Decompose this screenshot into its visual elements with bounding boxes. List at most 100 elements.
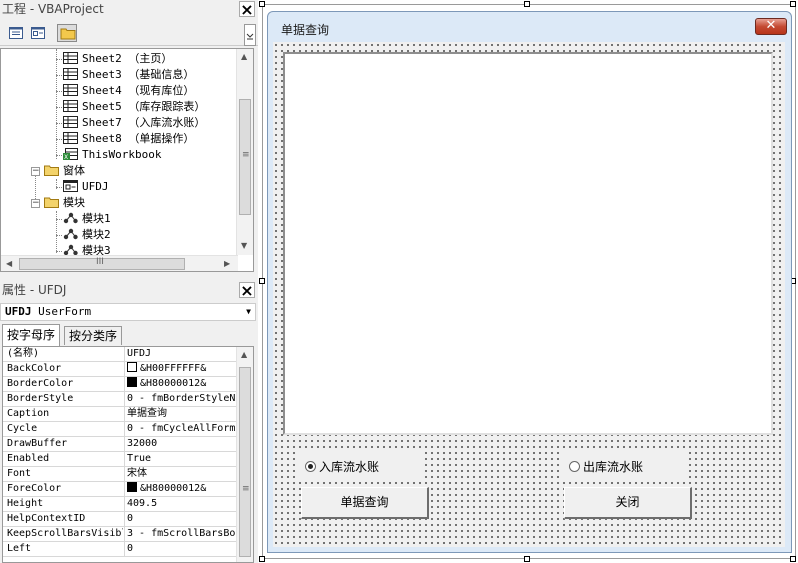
properties-panel-title: 属性 - UFDJ × <box>0 281 258 299</box>
tree-vertical-scrollbar[interactable]: ▲ ≡ ▼ <box>236 49 253 255</box>
radio-outbound-container[interactable]: 出库流水账 <box>561 448 689 480</box>
property-row[interactable]: BackColor &H00FFFFFF& <box>3 362 237 377</box>
property-row[interactable]: ForeColor &H80000012& <box>3 482 237 497</box>
userform-title: 单据查询 <box>281 23 330 37</box>
scroll-thumb[interactable]: ≡ <box>239 367 251 557</box>
property-row[interactable]: BorderStyle0 - fmBorderStyleNone <box>3 392 237 407</box>
tree-guide <box>56 49 57 159</box>
color-swatch <box>127 377 137 387</box>
property-row[interactable]: HelpContextID 0 <box>3 512 237 527</box>
scroll-up-icon[interactable]: ▲ <box>241 350 247 359</box>
tree-item-modules-folder[interactable]: 模块 <box>44 195 85 211</box>
tab-categorized[interactable]: 按分类序 <box>64 326 123 345</box>
collapse-icon[interactable]: − <box>31 199 40 208</box>
close-icon[interactable]: × <box>239 282 255 299</box>
color-swatch <box>127 362 137 372</box>
tree-guide <box>56 219 62 220</box>
object-selector[interactable]: UFDJ UserForm ▼ <box>0 303 256 321</box>
scroll-up-icon[interactable]: ▲ <box>241 52 247 61</box>
sheet-icon <box>63 132 78 144</box>
property-row[interactable]: KeepScrollBarsVisible 3 - fmScrollBarsBot… <box>3 527 237 542</box>
folder-icon <box>44 165 59 176</box>
query-button[interactable]: 单据查询 <box>301 487 429 519</box>
scroll-right-icon[interactable]: ▶ <box>224 259 230 268</box>
userform-client-area[interactable]: 入库流水账 出库流水账 单据查询 关闭 <box>273 42 785 547</box>
close-icon[interactable]: ✕ <box>755 18 787 35</box>
tree-item-sheet8[interactable]: Sheet8 （单据操作） <box>63 131 194 147</box>
view-object-icon <box>31 27 45 39</box>
property-row[interactable]: (名称) UFDJ <box>3 347 237 362</box>
resize-handle[interactable] <box>524 556 530 562</box>
module-icon <box>63 212 78 224</box>
tree-item-module2[interactable]: 模块2 <box>63 227 111 243</box>
chevron-down-icon: ▼ <box>246 307 251 316</box>
property-row[interactable]: Caption 单据查询 <box>3 407 237 422</box>
radio-inbound-container[interactable]: 入库流水账 <box>297 448 425 480</box>
tree-guide <box>56 75 62 76</box>
sheet-icon <box>63 52 78 64</box>
tree-horizontal-scrollbar[interactable]: ◀ III ▶ <box>1 255 238 271</box>
folder-icon <box>44 197 59 208</box>
sheet-icon <box>63 116 78 128</box>
radio-outbound-ledger[interactable]: 出库流水账 <box>569 458 643 475</box>
toggle-folders-button[interactable] <box>57 24 77 42</box>
tree-guide <box>56 251 62 252</box>
folder-icon <box>60 28 76 40</box>
resize-handle[interactable] <box>790 1 796 7</box>
property-row[interactable]: Left 0 <box>3 542 237 557</box>
tree-guide <box>56 187 62 188</box>
property-row[interactable]: DrawBuffer 32000 <box>3 437 237 452</box>
property-grid: (名称) UFDJ BackColor &H00FFFFFF& BorderColo… <box>2 346 254 563</box>
view-object-button[interactable] <box>28 24 48 42</box>
property-row[interactable]: Cycle 0 - fmCycleAllForms <box>3 422 237 437</box>
resize-handle[interactable] <box>790 556 796 562</box>
close-button[interactable]: 关闭 <box>564 487 692 519</box>
property-row[interactable]: Enabled True <box>3 452 237 467</box>
workbook-icon: X <box>63 148 78 160</box>
resize-handle[interactable] <box>259 1 265 7</box>
resize-handle[interactable] <box>259 278 265 284</box>
tree-guide <box>56 235 62 236</box>
tree-item-sheet5[interactable]: Sheet5 （库存跟踪表） <box>63 99 205 115</box>
tree-guide <box>56 59 62 60</box>
project-toolbar <box>0 20 258 46</box>
tree-item-sheet2[interactable]: Sheet2 （主页） <box>63 51 172 67</box>
tree-item-sheet3[interactable]: Sheet3 （基础信息） <box>63 67 194 83</box>
property-row[interactable]: BorderColor &H80000012& <box>3 377 237 392</box>
sheet-icon <box>63 68 78 80</box>
sheet-icon <box>63 84 78 96</box>
tree-item-sheet7[interactable]: Sheet7 （入库流水账） <box>63 115 205 131</box>
close-icon[interactable]: × <box>239 1 255 18</box>
tab-alphabetic[interactable]: 按字母序 <box>2 324 61 346</box>
results-listbox[interactable] <box>283 52 773 435</box>
tree-item-sheet4[interactable]: Sheet4 （现有库位） <box>63 83 194 99</box>
tree-guide <box>56 107 62 108</box>
tree-guide <box>56 155 62 156</box>
tree-guide <box>56 139 62 140</box>
project-panel-title: 工程 - VBAProject × <box>0 0 258 18</box>
scroll-left-icon[interactable]: ◀ <box>6 259 12 268</box>
resize-handle[interactable] <box>259 556 265 562</box>
chevron-down-icon <box>246 33 254 40</box>
tree-item-module1[interactable]: 模块1 <box>63 211 111 227</box>
scroll-thumb[interactable]: III <box>19 257 185 270</box>
scroll-down-icon[interactable]: ▼ <box>241 241 247 250</box>
userform-window[interactable]: 单据查询 ✕ 入库流水账 出库流水账 单据查询 关闭 <box>267 11 792 553</box>
view-code-button[interactable] <box>6 24 26 42</box>
property-vertical-scrollbar[interactable]: ▲ ≡ <box>236 347 253 562</box>
tree-item-thisworkbook[interactable]: X ThisWorkbook <box>63 147 161 163</box>
view-code-icon <box>9 27 23 39</box>
resize-handle[interactable] <box>524 1 530 7</box>
radio-selected-icon <box>305 461 316 472</box>
property-row[interactable]: Height 409.5 <box>3 497 237 512</box>
radio-inbound-ledger[interactable]: 入库流水账 <box>305 458 379 475</box>
toolbar-scroll[interactable] <box>244 24 256 46</box>
tree-item-ufdj[interactable]: UFDJ <box>63 179 109 195</box>
property-row[interactable]: Font 宋体 <box>3 467 237 482</box>
color-swatch <box>127 482 137 492</box>
radio-unselected-icon <box>569 461 580 472</box>
tree-guide <box>56 123 62 124</box>
collapse-icon[interactable]: − <box>31 167 40 176</box>
tree-item-forms-folder[interactable]: 窗体 <box>44 163 85 179</box>
scroll-thumb[interactable]: ≡ <box>239 99 251 215</box>
